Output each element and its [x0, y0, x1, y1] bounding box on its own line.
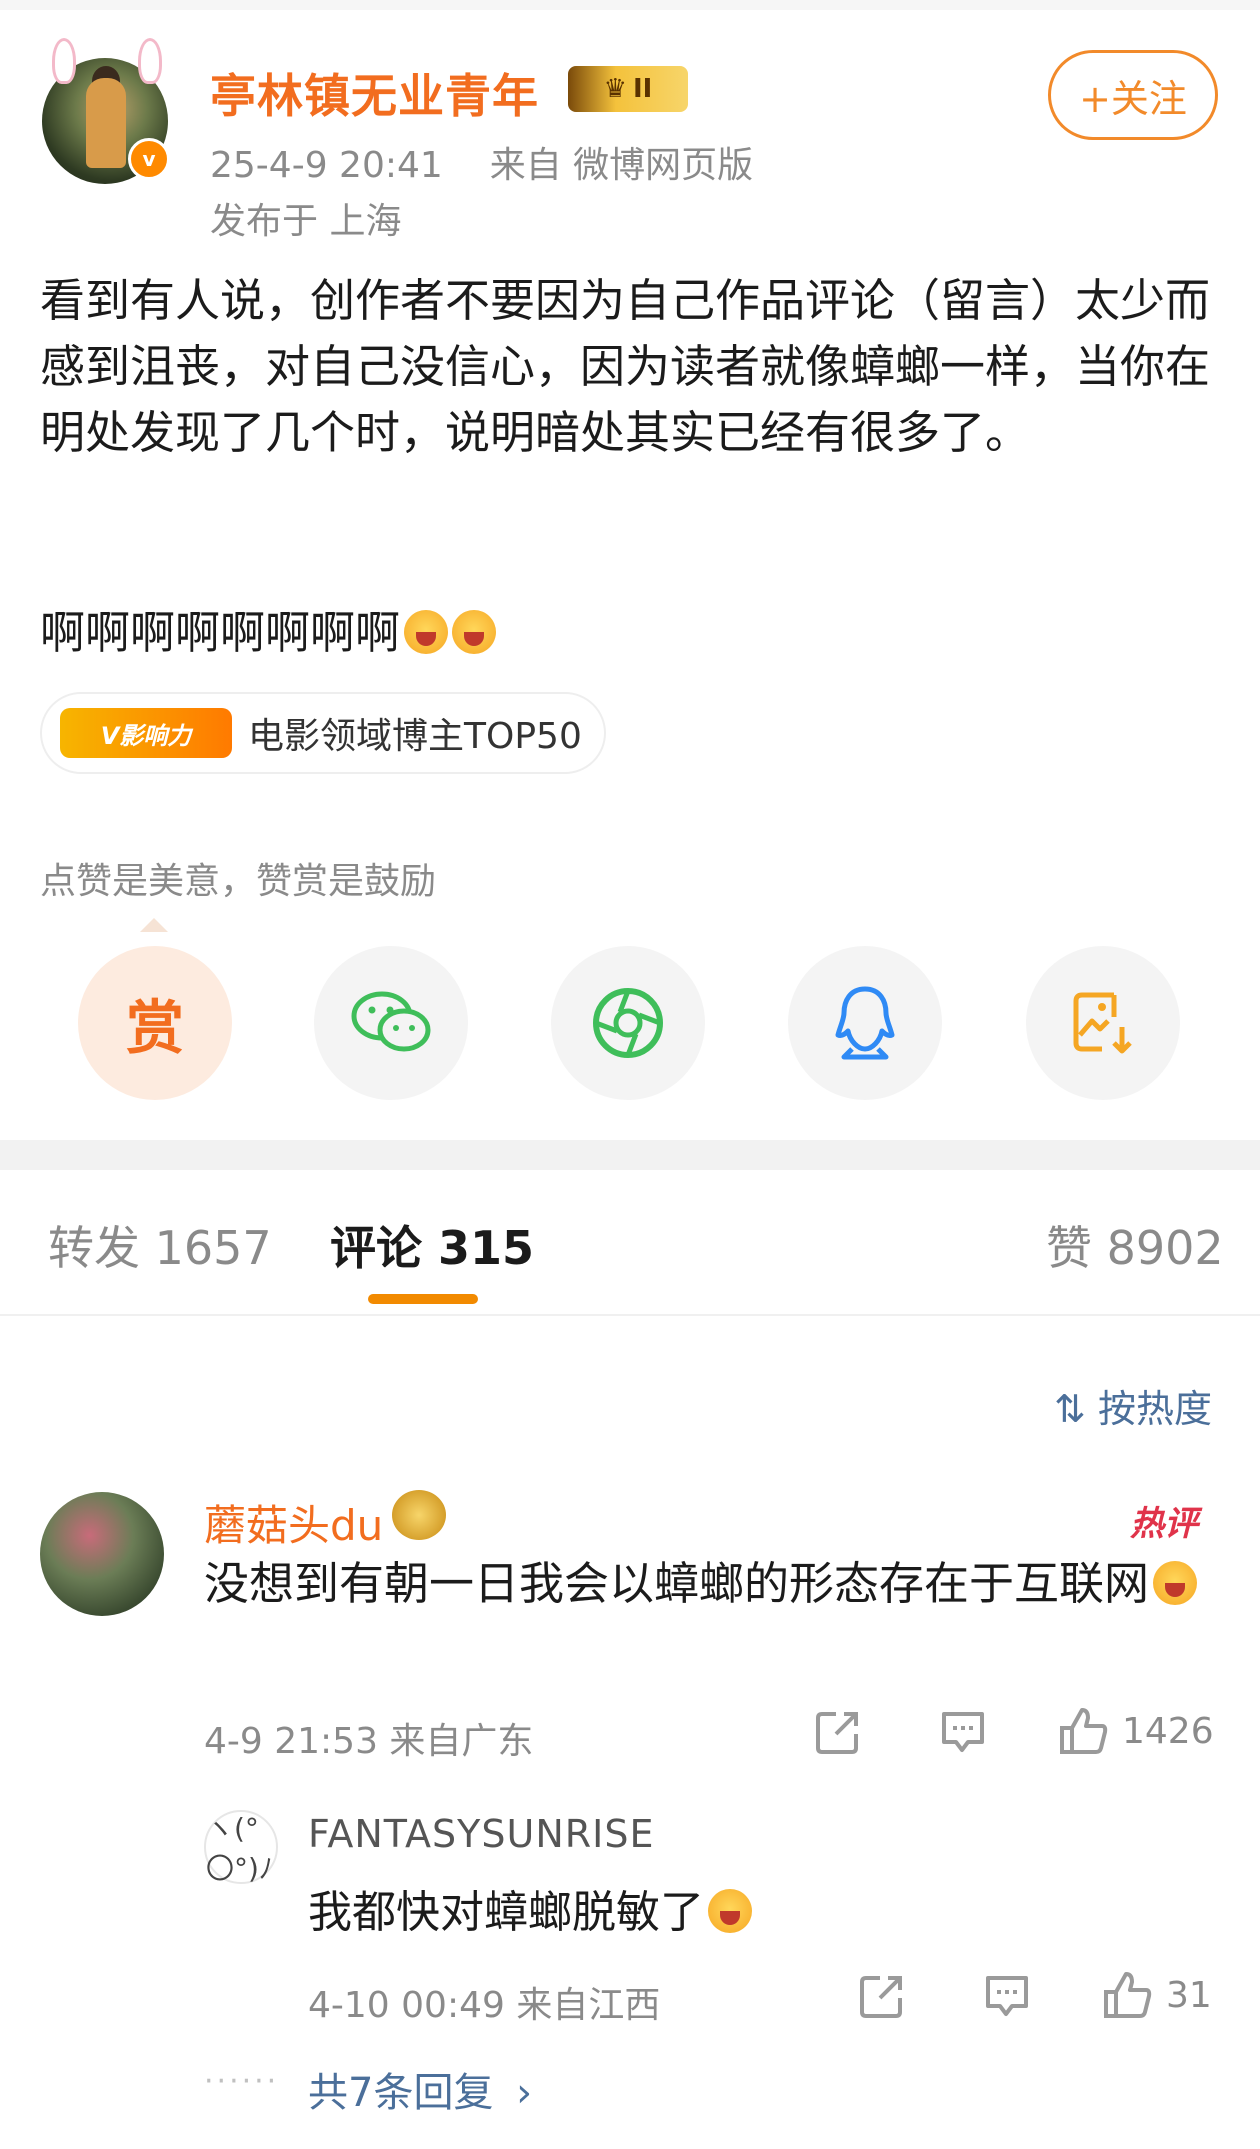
- more-replies-link[interactable]: 共7条回复 ›: [308, 2060, 532, 2118]
- share-icon: [816, 1712, 858, 1754]
- like-count: 1426: [1122, 1710, 1214, 1752]
- reward-pointer: [140, 918, 168, 932]
- follow-button[interactable]: +关注: [1048, 50, 1218, 140]
- tab-comment[interactable]: 评论 315: [330, 1212, 534, 1278]
- crown-icon: ♛: [603, 74, 627, 104]
- reply-share-button[interactable]: [858, 1972, 906, 2020]
- influence-tag[interactable]: V影响力 电影领域博主TOP50: [40, 692, 606, 774]
- crying-emoji-icon: [404, 610, 449, 654]
- member-crown-badge[interactable]: ♛ II: [568, 66, 688, 112]
- member-level: II: [632, 74, 653, 104]
- reward-tip: 点赞是美意，赞赏是鼓励: [40, 861, 437, 902]
- bunny-ear-icon: [52, 38, 76, 84]
- share-qq-button[interactable]: [788, 946, 942, 1100]
- post-time: 25-4-9 20:41: [210, 145, 443, 186]
- moments-icon: [593, 988, 663, 1058]
- reply-meta: 4-10 00:49 来自江西: [308, 1985, 661, 2026]
- reward-button[interactable]: 赏: [78, 946, 232, 1100]
- reply-text: 我都快对蟑螂脱敏了: [308, 1876, 752, 1940]
- comment-icon: [986, 1976, 1028, 2016]
- comment-share-button[interactable]: [814, 1708, 862, 1756]
- commenter-avatar[interactable]: [40, 1492, 164, 1616]
- top-strip: [0, 0, 1260, 10]
- thumbs-up-icon: [1060, 1708, 1108, 1754]
- tab-repost[interactable]: 转发 1657: [48, 1212, 272, 1278]
- comment-text: 没想到有朝一日我会以蟑螂的形态存在于互联网: [204, 1552, 1204, 1616]
- hot-comment-badge: 热评: [1130, 1504, 1198, 1544]
- doodle-avatar-icon: ヽ(°〇°)ﾉ: [206, 1812, 273, 1885]
- wechat-icon: [351, 991, 431, 1052]
- verified-icon: v: [128, 138, 170, 180]
- reply-thread-dots: ······: [204, 2064, 280, 2099]
- comment-reply-button[interactable]: [938, 1708, 988, 1756]
- reply-comment-button[interactable]: [982, 1972, 1032, 2020]
- qq-icon: [835, 986, 895, 1060]
- save-image-icon: [1073, 992, 1132, 1054]
- tab-like[interactable]: 赞 8902: [1046, 1212, 1224, 1278]
- author-name[interactable]: 亭林镇无业青年: [210, 60, 539, 126]
- post-text: 看到有人说，创作者不要因为自己作品评论（留言）太少而感到沮丧，对自己没信心，因为…: [40, 274, 1211, 459]
- post-source: 来自 微博网页版: [489, 145, 754, 186]
- influence-badge: V影响力: [60, 708, 232, 758]
- bunny-ear-icon: [138, 38, 162, 84]
- commenter-name[interactable]: 蘑菇头du: [204, 1492, 383, 1553]
- save-image-button[interactable]: [1026, 946, 1180, 1100]
- post-location: 发布于 上海: [210, 201, 402, 242]
- author-avatar[interactable]: v: [42, 38, 170, 184]
- replier-avatar[interactable]: ヽ(°〇°)ﾉ: [204, 1810, 278, 1885]
- active-tab-indicator: [368, 1294, 478, 1304]
- laugh-cry-emoji-icon: [1153, 1561, 1198, 1605]
- thumbs-up-icon: [1104, 1972, 1152, 2018]
- tabs-divider: [0, 1314, 1260, 1316]
- share-moments-button[interactable]: [551, 946, 705, 1100]
- section-separator: [0, 1140, 1260, 1170]
- influence-text: 电影领域博主TOP50: [248, 716, 582, 757]
- share-wechat-button[interactable]: [314, 946, 468, 1100]
- replier-name[interactable]: FANTASYSUNRISE: [308, 1812, 654, 1856]
- comment-like-button[interactable]: 1426: [1058, 1706, 1214, 1756]
- post-meta: 25-4-9 20:41 来自 微博网页版: [210, 136, 753, 188]
- sort-label: 按热度: [1097, 1387, 1212, 1431]
- comment-icon: [942, 1712, 984, 1752]
- comment-meta: 4-9 21:53 来自广东: [204, 1721, 534, 1762]
- sort-icon: ⇅: [1054, 1387, 1086, 1431]
- fan-badge-icon: [392, 1490, 446, 1540]
- share-icon: [860, 1976, 902, 2018]
- like-count: 31: [1166, 1974, 1212, 2016]
- laugh-cry-emoji-icon: [708, 1889, 752, 1933]
- reward-label: 赏: [125, 994, 184, 1062]
- chevron-right-icon: ›: [516, 2070, 533, 2116]
- sort-button[interactable]: ⇅ 按热度: [1054, 1378, 1212, 1433]
- reply-like-button[interactable]: 31: [1102, 1970, 1212, 2020]
- crying-emoji-icon: [452, 610, 497, 654]
- post-text-exclamation: 啊啊啊啊啊啊啊啊: [40, 600, 497, 666]
